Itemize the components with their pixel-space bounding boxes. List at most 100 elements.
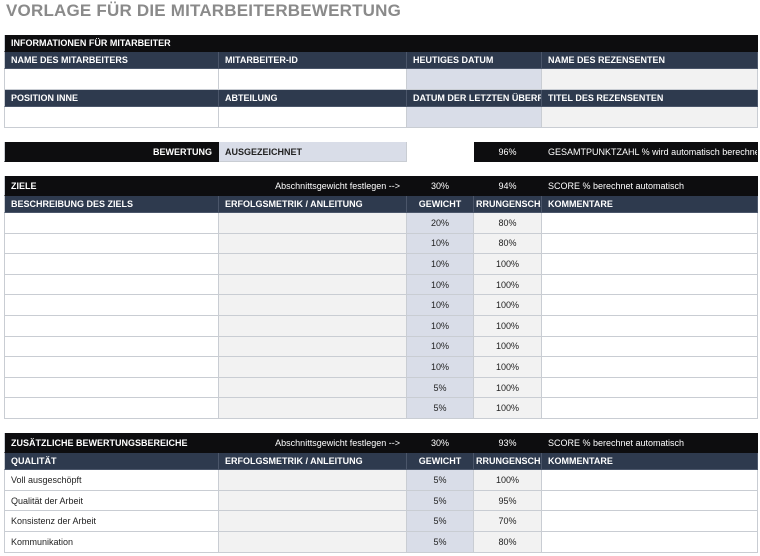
comments-cell[interactable] (542, 316, 758, 337)
goals-section-weight[interactable]: 30% (407, 176, 474, 196)
weight-cell[interactable]: 5% (407, 511, 474, 533)
employee-id-label: MITARBEITER-ID (219, 52, 407, 69)
metric-cell[interactable] (219, 295, 407, 316)
reviewer-title-field[interactable] (542, 107, 758, 128)
metric-cell[interactable] (219, 398, 407, 419)
comments-cell[interactable] (542, 233, 758, 255)
comments-cell[interactable] (542, 274, 758, 296)
metric-cell[interactable] (219, 377, 407, 399)
goal-description-cell[interactable] (4, 398, 219, 419)
table-row: 5% 100% (4, 398, 758, 419)
metric-cell[interactable] (219, 213, 407, 234)
metric-cell[interactable] (219, 233, 407, 255)
reviewer-name-label: NAME DES REZENSENTEN (542, 52, 758, 69)
metric-cell[interactable] (219, 336, 407, 358)
goal-description-cell[interactable] (4, 274, 219, 296)
table-row: Kommunikation 5% 80% (4, 532, 758, 553)
weight-cell[interactable]: 5% (407, 490, 474, 512)
additional-achievement-header: RRUNGENSCHAF (474, 453, 542, 470)
achievement-cell[interactable]: 100% (474, 336, 542, 358)
comments-cell[interactable] (542, 532, 758, 553)
weight-cell[interactable]: 20% (407, 213, 474, 234)
goal-description-cell[interactable] (4, 233, 219, 255)
achievement-cell[interactable]: 80% (474, 213, 542, 234)
achievement-cell[interactable]: 100% (474, 254, 542, 275)
achievement-cell[interactable]: 100% (474, 295, 542, 316)
metric-cell[interactable] (219, 470, 407, 491)
goal-description-cell[interactable] (4, 295, 219, 316)
achievement-cell[interactable]: 100% (474, 274, 542, 296)
table-row: Qualität der Arbeit 5% 95% (4, 490, 758, 512)
rating-value[interactable]: AUSGEZEICHNET (219, 142, 407, 162)
metric-cell[interactable] (219, 511, 407, 533)
additional-score-label: SCORE % berechnet automatisch (542, 433, 758, 453)
comments-cell[interactable] (542, 470, 758, 491)
weight-cell[interactable]: 10% (407, 295, 474, 316)
position-field[interactable] (4, 107, 219, 128)
table-row: 10% 80% (4, 233, 758, 255)
metric-cell[interactable] (219, 357, 407, 378)
goal-description-cell[interactable] (4, 213, 219, 234)
achievement-cell[interactable]: 100% (474, 377, 542, 399)
employee-info-inputs-row-2 (4, 107, 758, 128)
comments-cell[interactable] (542, 398, 758, 419)
goal-description-cell[interactable] (4, 316, 219, 337)
achievement-cell[interactable]: 100% (474, 470, 542, 491)
table-row: Konsistenz der Arbeit 5% 70% (4, 511, 758, 533)
weight-cell[interactable]: 10% (407, 336, 474, 358)
comments-cell[interactable] (542, 254, 758, 275)
employee-info-header-row: INFORMATIONEN FÜR MITARBEITER (4, 35, 758, 52)
quality-name[interactable]: Kommunikation (4, 532, 219, 553)
weight-cell[interactable]: 10% (407, 274, 474, 296)
department-field[interactable] (219, 107, 407, 128)
department-label: ABTEILUNG (219, 90, 407, 107)
quality-name[interactable]: Voll ausgeschöpft (4, 470, 219, 491)
rating-row: BEWERTUNG AUSGEZEICHNET 96% GESAMTPUNKTZ… (4, 142, 758, 162)
table-row: 10% 100% (4, 316, 758, 337)
comments-cell[interactable] (542, 490, 758, 512)
comments-cell[interactable] (542, 357, 758, 378)
goal-description-cell[interactable] (4, 377, 219, 399)
metric-cell[interactable] (219, 254, 407, 275)
achievement-cell[interactable]: 100% (474, 316, 542, 337)
metric-cell[interactable] (219, 274, 407, 296)
comments-cell[interactable] (542, 511, 758, 533)
metric-cell[interactable] (219, 532, 407, 553)
quality-name[interactable]: Qualität der Arbeit (4, 490, 219, 512)
today-date-field[interactable] (407, 69, 542, 90)
comments-cell[interactable] (542, 377, 758, 399)
additional-weight-header: GEWICHT (407, 453, 474, 470)
comments-cell[interactable] (542, 213, 758, 234)
weight-cell[interactable]: 10% (407, 254, 474, 275)
quality-name[interactable]: Konsistenz der Arbeit (4, 511, 219, 533)
comments-cell[interactable] (542, 336, 758, 358)
additional-section-weight[interactable]: 30% (407, 433, 474, 453)
achievement-cell[interactable]: 95% (474, 490, 542, 512)
goals-title: ZIELE (11, 180, 37, 191)
metric-cell[interactable] (219, 490, 407, 512)
achievement-cell[interactable]: 80% (474, 532, 542, 553)
employee-name-field[interactable] (4, 69, 219, 90)
achievement-cell[interactable]: 100% (474, 357, 542, 378)
last-review-date-label: DATUM DER LETZTEN ÜBERPRÜ (407, 90, 542, 107)
weight-cell[interactable]: 5% (407, 532, 474, 553)
last-review-date-field[interactable] (407, 107, 542, 128)
employee-id-field[interactable] (219, 69, 407, 90)
today-date-label: HEUTIGES DATUM (407, 52, 542, 69)
comments-cell[interactable] (542, 295, 758, 316)
weight-cell[interactable]: 5% (407, 398, 474, 419)
goal-description-cell[interactable] (4, 336, 219, 358)
reviewer-name-field[interactable] (542, 69, 758, 90)
weight-cell[interactable]: 10% (407, 357, 474, 378)
metric-cell[interactable] (219, 316, 407, 337)
goal-description-cell[interactable] (4, 357, 219, 378)
weight-cell[interactable]: 10% (407, 233, 474, 255)
weight-cell[interactable]: 10% (407, 316, 474, 337)
goals-column-headers: BESCHREIBUNG DES ZIELS ERFOLGSMETRIK / A… (4, 196, 758, 213)
weight-cell[interactable]: 5% (407, 377, 474, 399)
goal-description-cell[interactable] (4, 254, 219, 275)
achievement-cell[interactable]: 80% (474, 233, 542, 255)
achievement-cell[interactable]: 100% (474, 398, 542, 419)
achievement-cell[interactable]: 70% (474, 511, 542, 533)
weight-cell[interactable]: 5% (407, 470, 474, 491)
